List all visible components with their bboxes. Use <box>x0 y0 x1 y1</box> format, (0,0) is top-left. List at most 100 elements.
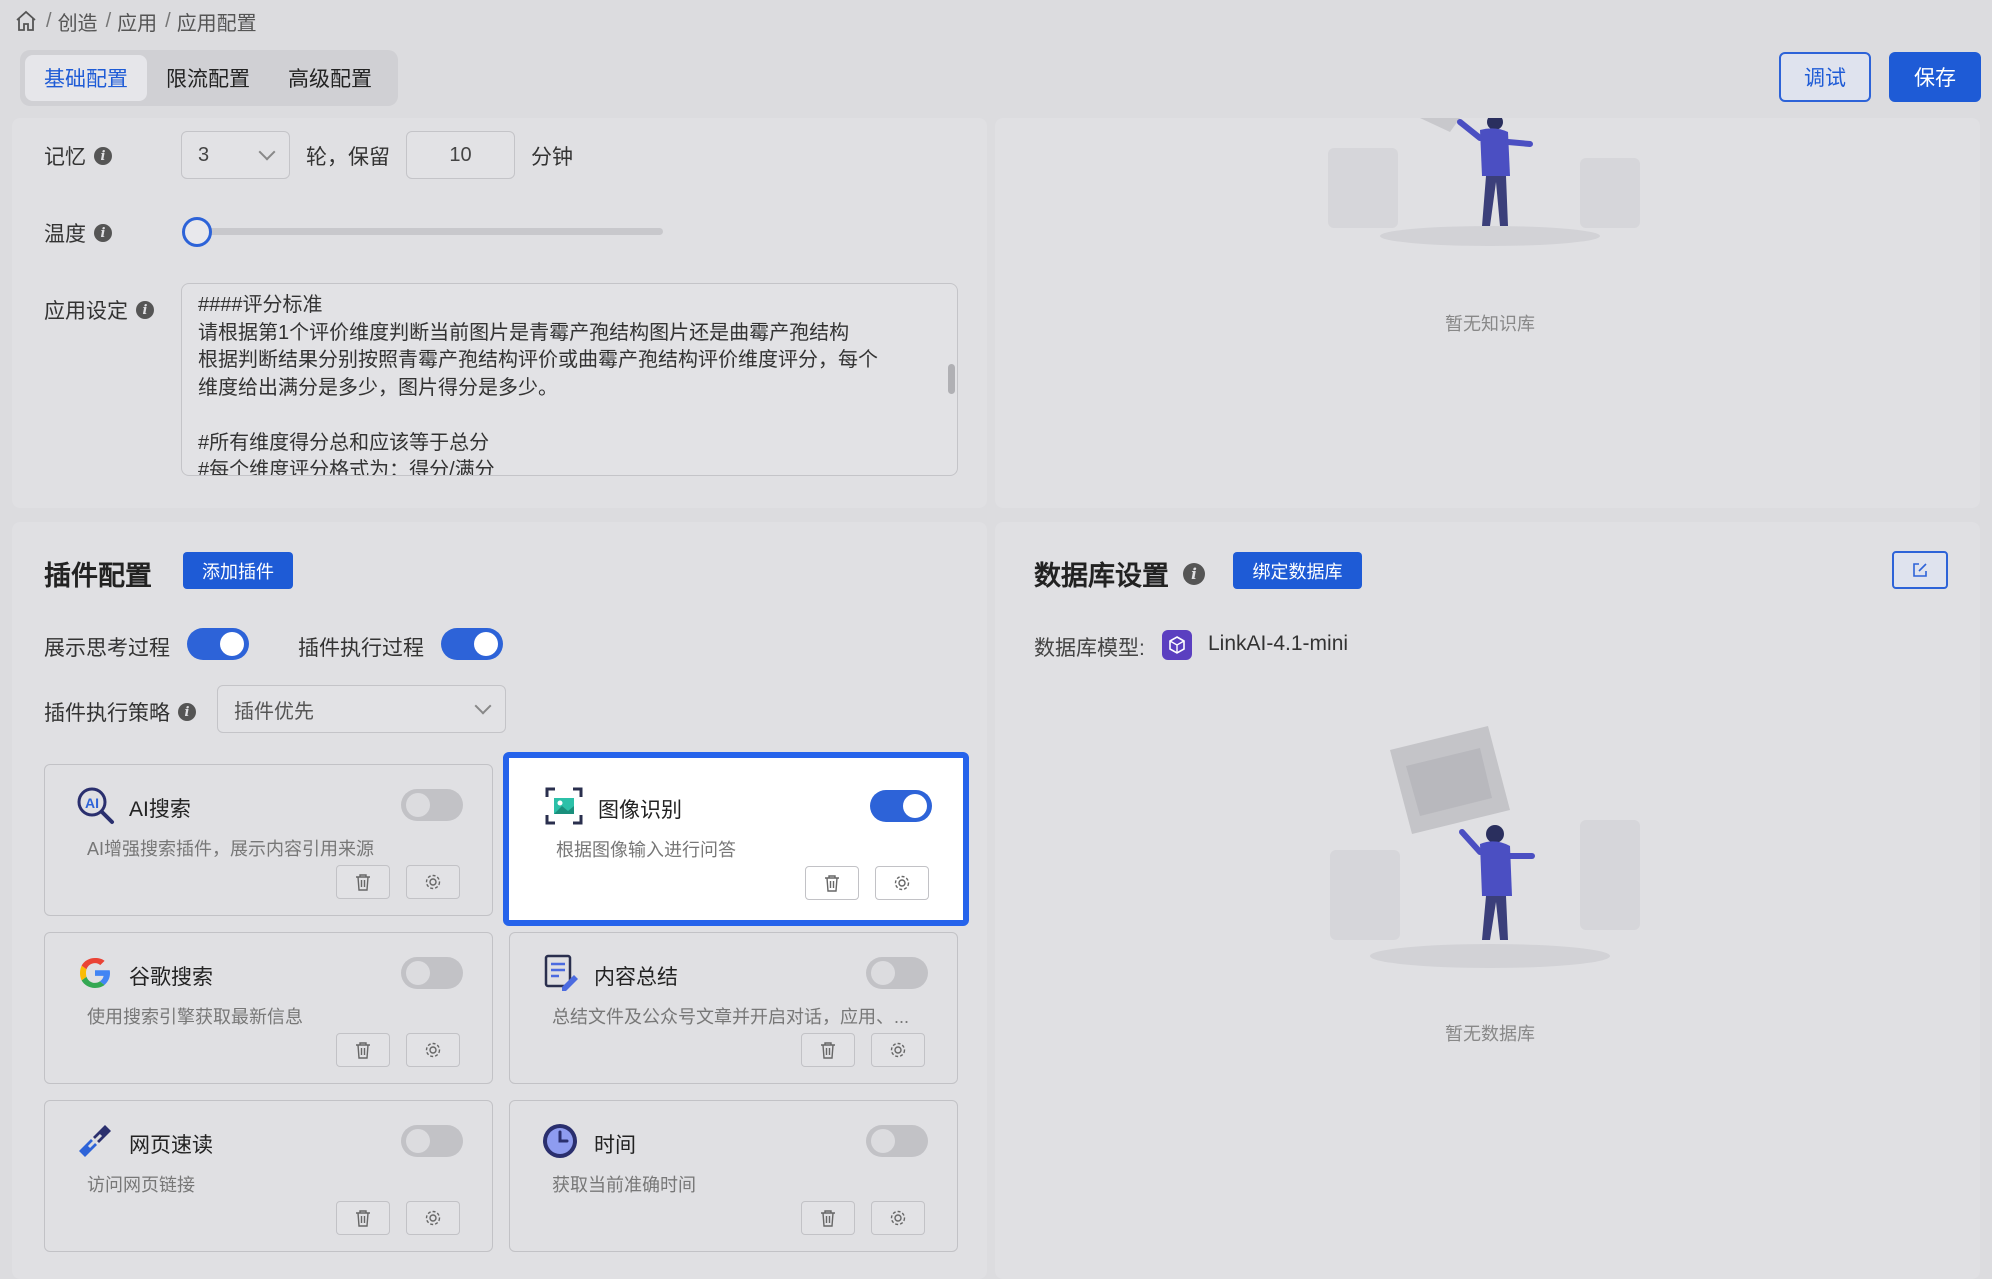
trash-icon <box>356 1210 370 1227</box>
info-icon[interactable]: i <box>1183 562 1205 585</box>
plugin-settings-button[interactable] <box>875 866 929 900</box>
plugin-settings-button[interactable] <box>871 1033 925 1067</box>
breadcrumb-item-apps[interactable]: 应用 <box>117 7 157 36</box>
plugin-toggle[interactable] <box>401 1125 463 1157</box>
toggle-knob <box>474 632 498 656</box>
add-plugin-button[interactable]: 添加插件 <box>183 552 293 589</box>
plugin-toggle[interactable] <box>401 957 463 989</box>
clock-icon <box>540 1121 580 1161</box>
plugin-toggle[interactable] <box>866 1125 928 1157</box>
policy-select[interactable]: 插件优先 <box>217 685 506 733</box>
database-model-label: 数据库模型: <box>1034 637 1145 660</box>
database-model-value: LinkAI-4.1-mini <box>1208 632 1349 655</box>
plugin-desc: AI增强搜索插件，展示内容引用来源 <box>87 839 375 859</box>
memory-label: 记忆 i <box>44 141 112 171</box>
plugin-desc: 使用搜索引擎获取最新信息 <box>87 1007 303 1027</box>
temperature-slider-handle[interactable] <box>182 217 212 247</box>
model-icon <box>1162 630 1192 660</box>
plugin-desc: 访问网页链接 <box>87 1175 195 1195</box>
policy-label: 插件执行策略 i <box>44 697 196 727</box>
textarea-line: #所有维度得分总和应该等于总分 <box>198 431 490 454</box>
plugin-card-web-read[interactable]: 网页速读 访问网页链接 <box>44 1100 493 1252</box>
app-setting-label-text: 应用设定 <box>44 300 128 323</box>
breadcrumb: / 创造 / 应用 / 应用配置 <box>14 7 257 36</box>
delete-plugin-button[interactable] <box>336 865 390 899</box>
link-icon <box>75 1121 115 1161</box>
plugin-settings-button[interactable] <box>406 1033 460 1067</box>
info-icon[interactable]: i <box>94 147 112 165</box>
textarea-line: 请根据第1个评价维度判断当前图片是青霉产孢结构图片还是曲霉产孢结构 <box>198 321 850 344</box>
show-exec-toggle[interactable] <box>441 628 503 660</box>
chevron-down-icon <box>258 143 276 161</box>
plugin-name: AI搜索 <box>129 798 191 821</box>
temperature-label-text: 温度 <box>44 223 86 246</box>
info-icon[interactable]: i <box>94 224 112 242</box>
plugin-desc: 总结文件及公众号文章并开启对话，应用、... <box>552 1007 910 1027</box>
plugin-desc: 获取当前准确时间 <box>552 1175 696 1195</box>
plugin-toggle[interactable] <box>870 790 932 822</box>
debug-button[interactable]: 调试 <box>1779 52 1871 102</box>
home-icon[interactable] <box>14 9 38 33</box>
breadcrumb-separator: / <box>46 9 52 32</box>
plugin-settings-button[interactable] <box>871 1201 925 1235</box>
delete-plugin-button[interactable] <box>801 1201 855 1235</box>
image-recognition-icon <box>544 786 584 826</box>
plugin-card-content-summary[interactable]: 内容总结 总结文件及公众号文章并开启对话，应用、... <box>509 932 958 1084</box>
config-tabs: 基础配置 限流配置 高级配置 <box>20 50 398 106</box>
rounds-text: 轮，保留 <box>306 146 390 169</box>
breadcrumb-separator: / <box>165 9 171 32</box>
plugin-card-time[interactable]: 时间 获取当前准确时间 <box>509 1100 958 1252</box>
plugin-name: 图像识别 <box>598 799 682 822</box>
plugin-settings-button[interactable] <box>406 1201 460 1235</box>
bind-database-button[interactable]: 绑定数据库 <box>1233 552 1362 589</box>
svg-text:AI: AI <box>85 795 99 811</box>
info-icon[interactable]: i <box>136 301 154 319</box>
toggle-knob <box>406 1129 430 1153</box>
gear-icon <box>425 1210 441 1226</box>
tab-advanced-config[interactable]: 高级配置 <box>269 55 391 101</box>
show-thinking-toggle[interactable] <box>187 628 249 660</box>
plugin-section-title: 插件配置 <box>44 561 152 591</box>
edit-database-button[interactable] <box>1892 551 1948 589</box>
textarea-scrollbar[interactable] <box>948 364 955 394</box>
delete-plugin-button[interactable] <box>336 1033 390 1067</box>
textarea-line: 根据判断结果分别按照青霉产孢结构评价或曲霉产孢结构评价维度评分，每个 <box>198 349 878 371</box>
breadcrumb-item-create[interactable]: 创造 <box>58 7 98 36</box>
database-empty-text: 暂无数据库 <box>1445 1024 1535 1044</box>
delete-plugin-button[interactable] <box>805 866 859 900</box>
plugin-settings-button[interactable] <box>406 865 460 899</box>
breadcrumb-separator: / <box>105 9 112 32</box>
show-exec-label: 插件执行过程 <box>298 637 424 660</box>
empty-database-illustration <box>1330 726 1640 968</box>
policy-select-value: 插件优先 <box>234 700 314 723</box>
memory-rounds-select[interactable]: 3 <box>181 131 290 179</box>
retain-minutes-input[interactable]: 10 <box>406 131 515 179</box>
delete-plugin-button[interactable] <box>336 1201 390 1235</box>
tab-rate-limit-config[interactable]: 限流配置 <box>147 55 269 101</box>
gear-icon <box>890 1210 906 1226</box>
app-setting-label: 应用设定 i <box>44 295 154 325</box>
plugin-toggle[interactable] <box>866 957 928 989</box>
app-setting-textarea[interactable]: ####评分标准 请根据第1个评价维度判断当前图片是青霉产孢结构图片还是曲霉产孢… <box>181 283 958 476</box>
toggle-knob <box>406 961 430 985</box>
delete-plugin-button[interactable] <box>801 1033 855 1067</box>
plugin-card-ai-search[interactable]: AI AI搜索 AI增强搜索插件，展示内容引用来源 <box>44 764 493 916</box>
plugin-card-google-search[interactable]: 谷歌搜索 使用搜索引擎获取最新信息 <box>44 932 493 1084</box>
temperature-slider-track[interactable] <box>195 228 663 235</box>
toggle-knob <box>871 961 895 985</box>
memory-label-text: 记忆 <box>44 146 86 169</box>
plugin-card-image-recognition[interactable]: 图像识别 根据图像输入进行问答 <box>503 752 969 926</box>
memory-rounds-value: 3 <box>198 143 210 166</box>
tab-basic-config[interactable]: 基础配置 <box>25 55 147 101</box>
textarea-line: 维度给出满分是多少，图片得分是多少。 <box>198 376 558 399</box>
save-button[interactable]: 保存 <box>1889 52 1981 102</box>
plugin-name: 时间 <box>594 1134 636 1157</box>
toggle-knob <box>871 1129 895 1153</box>
gear-icon <box>890 1042 906 1058</box>
ai-search-icon: AI <box>75 785 115 825</box>
plugin-toggle[interactable] <box>401 789 463 821</box>
temperature-label: 温度 i <box>44 218 112 248</box>
info-icon[interactable]: i <box>178 703 196 721</box>
plugin-name: 网页速读 <box>129 1134 213 1157</box>
plugin-name: 谷歌搜索 <box>129 966 213 989</box>
